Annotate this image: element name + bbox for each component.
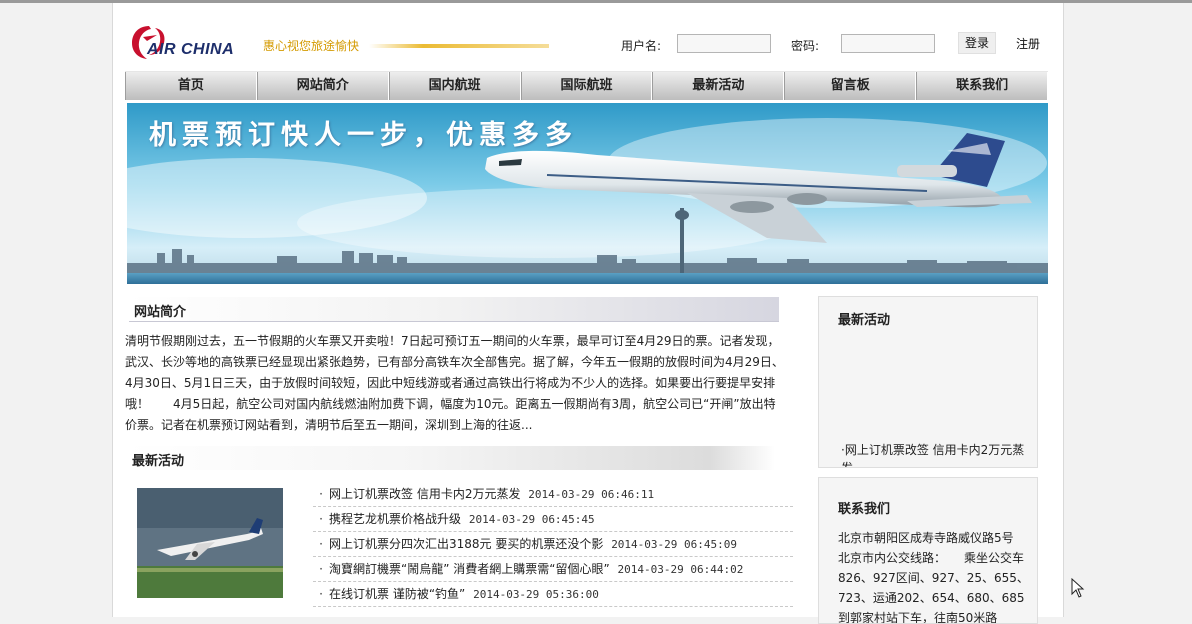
list-item[interactable]: · 携程艺龙机票价格战升级 2014-03-29 06:45:45 bbox=[313, 507, 793, 532]
sidebar-activity-item[interactable]: ·网上订机票改签 信用卡内2万元蒸发 bbox=[841, 441, 1031, 467]
mouse-pointer-icon bbox=[1071, 578, 1085, 598]
news-item-date: 2014-03-29 06:44:02 bbox=[617, 563, 744, 576]
sidebar-activity-title: 最新活动 bbox=[838, 313, 891, 328]
contact-line: 北京市内公交线路： 乘坐公交车826、927区间、927、25、655、723、… bbox=[838, 551, 1029, 624]
username-label: 用户名: bbox=[621, 39, 662, 53]
news-item-date: 2014-03-29 06:45:45 bbox=[468, 513, 595, 526]
news-item-title: 网上订机票分四次汇出3188元 要买的机票还没个影 bbox=[329, 537, 604, 551]
list-item[interactable]: · 淘寶網訂機票“鬧烏龍” 消費者網上購票需“留個心眼” 2014-03-29 0… bbox=[313, 557, 793, 582]
login-button[interactable]: 登录 bbox=[958, 32, 997, 54]
banner-slogan: 机票预订快人一步，优惠多多 bbox=[149, 120, 578, 151]
sidebar-contact-title: 联系我们 bbox=[838, 502, 891, 517]
register-link[interactable]: 注册 bbox=[1016, 35, 1040, 52]
news-title-bar bbox=[127, 446, 775, 470]
news-item-title: 携程艺龙机票价格战升级 bbox=[329, 512, 462, 526]
nav-item-international-flights[interactable]: 国际航班 bbox=[520, 72, 653, 100]
sidebar-activity-box: 最新活动 ·网上订机票改签 信用卡内2万元蒸发 bbox=[818, 296, 1038, 468]
news-thumbnail[interactable] bbox=[137, 488, 283, 598]
nav-item-activities[interactable]: 最新活动 bbox=[652, 72, 785, 100]
news-item-title: 淘寶網訂機票“鬧烏龍” 消費者網上購票需“留個心眼” bbox=[329, 562, 610, 576]
password-input[interactable] bbox=[841, 34, 935, 53]
nav-item-domestic-flights[interactable]: 国内航班 bbox=[388, 72, 521, 100]
main-nav: 首页 网站简介 国内航班 国际航班 最新活动 留言板 联系我们 bbox=[125, 71, 1049, 100]
logo-text: AIR CHINA bbox=[147, 41, 235, 58]
intro-section-title: 网站简介 bbox=[134, 305, 187, 320]
page-container: AIR CHINA 惠心视您旅途愉快 用户名: 密码: 登录 注册 首页 网站简… bbox=[112, 3, 1064, 624]
marquee-trail bbox=[369, 44, 549, 48]
air-china-logo[interactable]: AIR CHINA bbox=[129, 23, 241, 63]
contact-line: 北京市朝阳区成寿寺路威仪路5号 bbox=[838, 531, 1014, 545]
news-item-title: 网上订机票改签 信用卡内2万元蒸发 bbox=[329, 487, 521, 501]
bullet-dot: · bbox=[319, 487, 323, 501]
password-label: 密码: bbox=[791, 39, 820, 53]
news-list: · 网上订机票改签 信用卡内2万元蒸发 2014-03-29 06:46:11 ·… bbox=[313, 482, 793, 607]
contact-address: 北京市朝阳区成寿寺路威仪路5号 北京市内公交线路： 乘坐公交车826、927区间… bbox=[838, 528, 1030, 624]
list-item[interactable]: · 网上订机票改签 信用卡内2万元蒸发 2014-03-29 06:46:11 bbox=[313, 482, 793, 507]
list-item[interactable]: · 网上订机票分四次汇出3188元 要买的机票还没个影 2014-03-29 06… bbox=[313, 532, 793, 557]
news-section-title: 最新活动 bbox=[132, 454, 185, 469]
marquee-text: 惠心视您旅途愉快 bbox=[263, 39, 360, 53]
intro-content: 清明节假期刚过去，五一节假期的火车票又开卖啦！7日起可预订五一期间的火车票，最早… bbox=[125, 331, 787, 436]
takeoff-airplane-image bbox=[137, 488, 283, 598]
username-input[interactable] bbox=[677, 34, 771, 53]
nav-item-about[interactable]: 网站简介 bbox=[256, 72, 389, 100]
news-item-date: 2014-03-29 05:36:00 bbox=[473, 588, 599, 601]
hero-banner: 机票预订快人一步，优惠多多 bbox=[127, 103, 1048, 284]
news-item-date: 2014-03-29 06:45:09 bbox=[611, 538, 738, 551]
bullet-dot: · bbox=[319, 512, 323, 526]
sidebar-contact-box: 联系我们 北京市朝阳区成寿寺路威仪路5号 北京市内公交线路： 乘坐公交车826、… bbox=[818, 477, 1038, 624]
bullet-dot: · bbox=[319, 587, 323, 601]
bullet-dot: · bbox=[319, 537, 323, 551]
nav-item-contact[interactable]: 联系我们 bbox=[916, 72, 1049, 100]
news-item-title: 在线订机票 谨防被“钓鱼” bbox=[329, 587, 466, 601]
intro-title-bar bbox=[129, 297, 779, 322]
bullet-dot: · bbox=[319, 562, 323, 576]
news-item-date: 2014-03-29 06:46:11 bbox=[528, 488, 655, 501]
intro-paragraph: 清明节假期刚过去，五一节假期的火车票又开卖啦！7日起可预订五一期间的火车票，最早… bbox=[125, 334, 784, 432]
list-item[interactable]: · 在线订机票 谨防被“钓鱼” 2014-03-29 05:36:00 bbox=[313, 582, 793, 607]
nav-item-guestbook[interactable]: 留言板 bbox=[784, 72, 917, 100]
nav-item-home[interactable]: 首页 bbox=[125, 72, 257, 100]
